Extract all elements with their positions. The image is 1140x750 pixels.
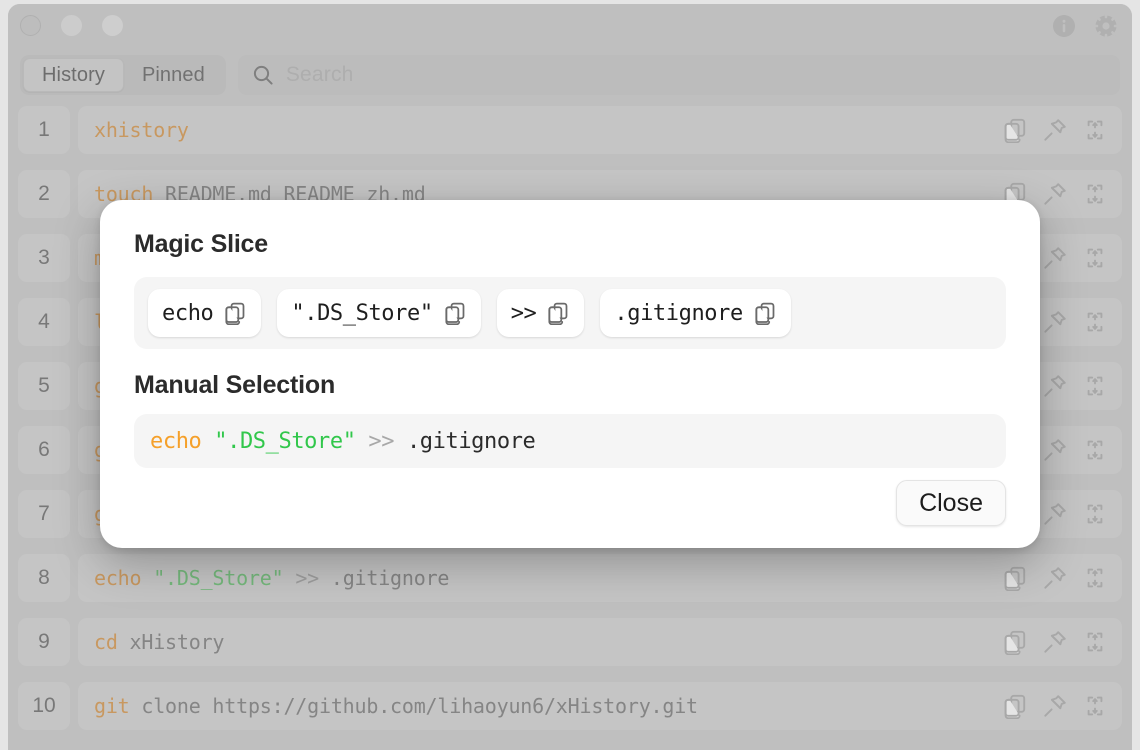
copy-icon[interactable]: [1002, 693, 1028, 719]
dialog-title: Magic Slice: [134, 230, 268, 258]
expand-icon[interactable]: [1082, 181, 1108, 207]
row-content[interactable]: xhistory: [78, 106, 1122, 154]
pin-icon[interactable]: [1042, 565, 1068, 591]
command-text: git clone https://github.com/lihaoyun6/x…: [94, 694, 698, 718]
row-index: 6: [18, 426, 70, 474]
expand-icon[interactable]: [1082, 693, 1108, 719]
traffic-lights: [20, 15, 123, 36]
row-content[interactable]: cd xHistory: [78, 618, 1122, 666]
close-window-button[interactable]: [20, 15, 41, 36]
row-content[interactable]: echo ".DS_Store" >> .gitignore: [78, 554, 1122, 602]
manual-selection-box[interactable]: echo ".DS_Store" >> .gitignore: [134, 414, 1006, 468]
tab-history[interactable]: History: [23, 58, 124, 92]
table-row[interactable]: 8 echo ".DS_Store" >> .gitignore: [18, 550, 1122, 606]
slice-chip-label: echo: [162, 300, 214, 326]
pin-icon[interactable]: [1042, 117, 1068, 143]
titlebar-actions: [1050, 12, 1120, 40]
pin-icon[interactable]: [1042, 437, 1068, 463]
command-text: xhistory: [94, 118, 189, 142]
copy-icon[interactable]: [1002, 117, 1028, 143]
expand-icon[interactable]: [1082, 565, 1108, 591]
expand-icon[interactable]: [1082, 629, 1108, 655]
toolbar: History Pinned Search: [8, 48, 1132, 102]
search-icon: [252, 64, 274, 86]
slice-chip[interactable]: ".DS_Store": [277, 289, 481, 337]
expand-icon[interactable]: [1082, 245, 1108, 271]
slice-chip-label: .gitignore: [614, 300, 743, 326]
expand-icon[interactable]: [1082, 437, 1108, 463]
row-index: 5: [18, 362, 70, 410]
row-index: 4: [18, 298, 70, 346]
search-field[interactable]: Search: [237, 55, 1120, 95]
slice-chip[interactable]: .gitignore: [600, 289, 791, 337]
manual-selection-text: echo ".DS_Store" >> .gitignore: [150, 428, 536, 454]
magic-slice-chips: echo ".DS_Store" >> .gitignore: [134, 277, 1006, 349]
expand-icon[interactable]: [1082, 373, 1108, 399]
expand-icon[interactable]: [1082, 501, 1108, 527]
table-row[interactable]: 10 git clone https://github.com/lihaoyun6…: [18, 678, 1122, 734]
slice-chip[interactable]: echo: [148, 289, 262, 337]
pin-icon[interactable]: [1042, 245, 1068, 271]
copy-icon[interactable]: [223, 301, 247, 325]
row-content[interactable]: git clone https://github.com/lihaoyun6/x…: [78, 682, 1122, 730]
copy-icon[interactable]: [1002, 565, 1028, 591]
copy-icon[interactable]: [753, 301, 777, 325]
table-row[interactable]: 1 xhistory: [18, 102, 1122, 158]
command-text: echo ".DS_Store" >> .gitignore: [94, 566, 450, 590]
expand-icon[interactable]: [1082, 309, 1108, 335]
gear-icon[interactable]: [1092, 12, 1120, 40]
row-index: 7: [18, 490, 70, 538]
pin-icon[interactable]: [1042, 181, 1068, 207]
expand-icon[interactable]: [1082, 117, 1108, 143]
dialog-footer: Close: [134, 470, 1006, 526]
tab-pinned[interactable]: Pinned: [124, 58, 223, 92]
magic-slice-dialog: Magic Slice echo ".DS_Store" >> .gitignore …: [100, 200, 1040, 548]
copy-icon[interactable]: [1002, 629, 1028, 655]
pin-icon[interactable]: [1042, 373, 1068, 399]
row-index: 3: [18, 234, 70, 282]
info-icon[interactable]: [1050, 12, 1078, 40]
manual-selection-title: Manual Selection: [134, 371, 336, 399]
row-actions: [992, 117, 1108, 143]
table-row[interactable]: 9 cd xHistory: [18, 614, 1122, 670]
pin-icon[interactable]: [1042, 501, 1068, 527]
row-index: 1: [18, 106, 70, 154]
minimize-window-button[interactable]: [61, 15, 82, 36]
pin-icon[interactable]: [1042, 693, 1068, 719]
slice-chip-label: ".DS_Store": [291, 300, 433, 326]
row-index: 9: [18, 618, 70, 666]
row-index: 10: [18, 682, 70, 730]
row-index: 8: [18, 554, 70, 602]
close-button[interactable]: Close: [896, 480, 1006, 526]
search-input[interactable]: Search: [286, 63, 354, 87]
copy-icon[interactable]: [443, 301, 467, 325]
row-actions: [992, 693, 1108, 719]
titlebar: [8, 4, 1132, 48]
maximize-window-button[interactable]: [102, 15, 123, 36]
copy-icon[interactable]: [546, 301, 570, 325]
tab-switcher: History Pinned: [20, 55, 226, 95]
slice-chip[interactable]: >>: [496, 289, 585, 337]
slice-chip-label: >>: [510, 300, 537, 326]
command-text: cd xHistory: [94, 630, 225, 654]
pin-icon[interactable]: [1042, 629, 1068, 655]
row-actions: [992, 629, 1108, 655]
row-index: 2: [18, 170, 70, 218]
row-actions: [992, 565, 1108, 591]
pin-icon[interactable]: [1042, 309, 1068, 335]
app-root: History Pinned Search 1 xhistory 2 touch RE…: [0, 0, 1140, 750]
